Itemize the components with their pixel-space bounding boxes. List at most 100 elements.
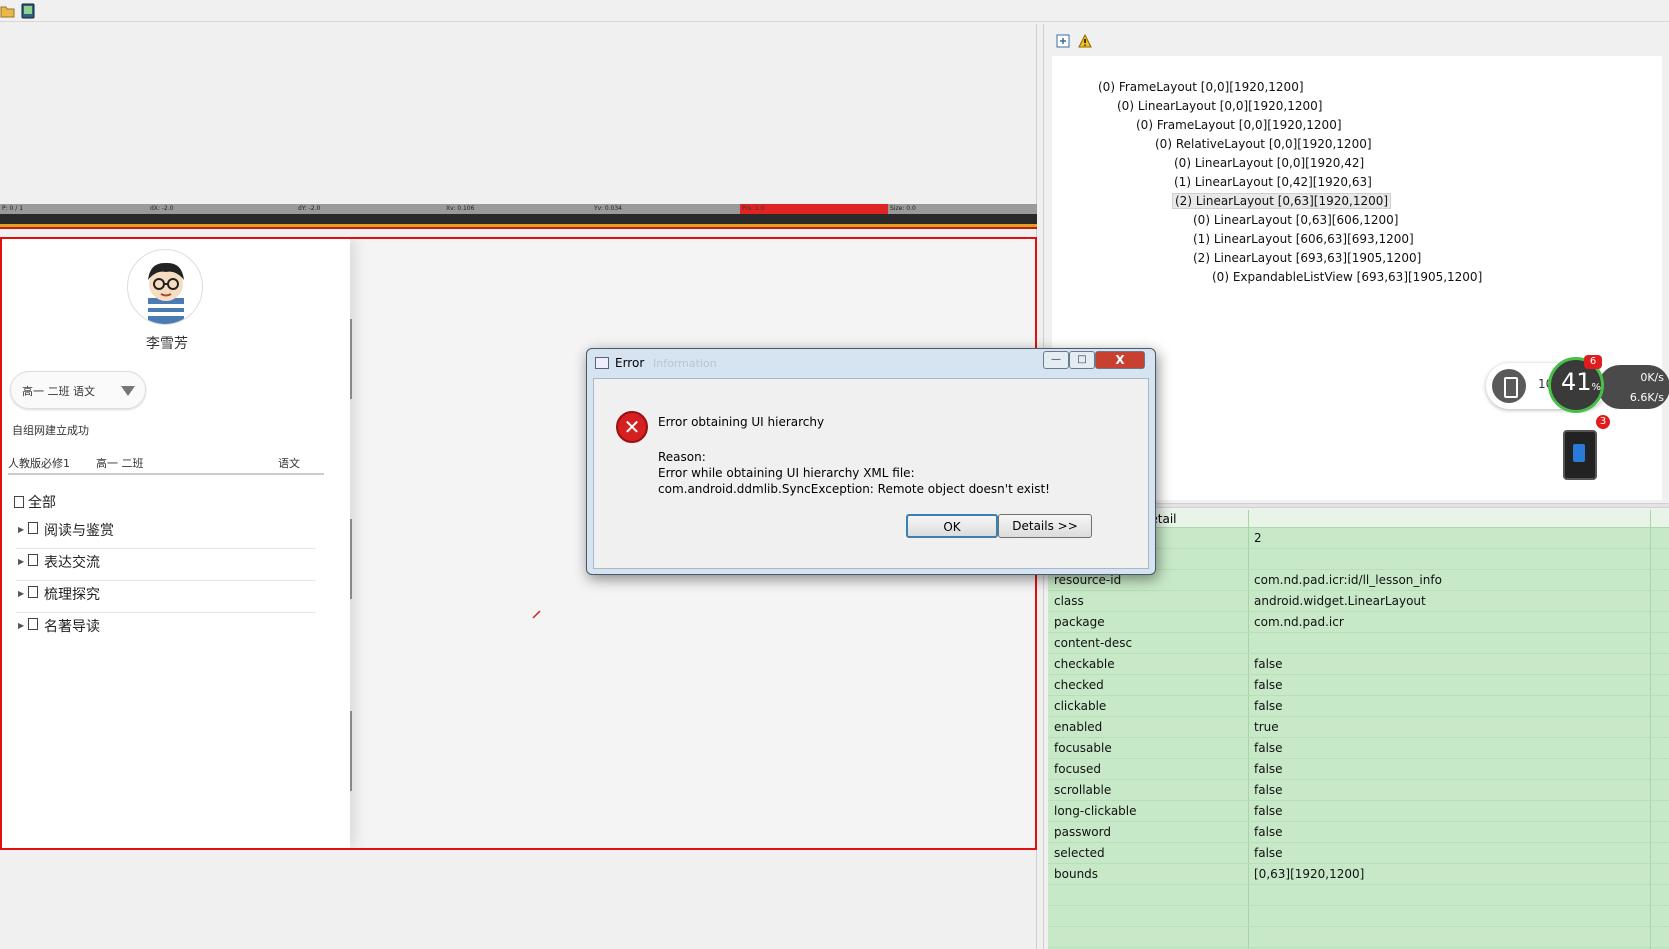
minimize-button[interactable]: —	[1043, 351, 1069, 369]
delta-y: dY: -2.0	[298, 205, 321, 212]
expand-arrow-icon[interactable]: ▶	[18, 621, 24, 630]
user-name: 李雪芳	[146, 336, 188, 352]
prop-key: focusable	[1054, 741, 1112, 755]
tree-item[interactable]: ▶ 表达交流	[16, 549, 316, 581]
node-detail-table: Node Detail 2 text resource-idcom.nd.pad…	[1048, 510, 1669, 949]
drawer-edge-mark	[350, 519, 352, 599]
error-reason: Reason: Error while obtaining UI hierarc…	[658, 449, 1050, 497]
side-drawer: 李雪芳 高一 二班 语文 自组网建立成功 人教版必修1 高一 二班 语文 全部 …	[2, 239, 350, 848]
folder-open-icon[interactable]	[0, 3, 16, 19]
prop-key: enabled	[1054, 720, 1103, 734]
maximize-button[interactable]: □	[1069, 351, 1095, 369]
velocity-y: Yv: 0.034	[594, 205, 622, 212]
expand-arrow-icon[interactable]: ▶	[18, 589, 24, 598]
upload-speed: 0K/s	[1640, 371, 1664, 384]
prop-value: true	[1254, 720, 1279, 734]
network-speed: 0K/s 6.6K/s	[1598, 365, 1669, 409]
tree-all-label: 全部	[28, 495, 56, 511]
table-row[interactable]: password false	[1048, 822, 1669, 843]
table-row-empty	[1048, 906, 1669, 927]
table-row[interactable]: focused false	[1048, 759, 1669, 780]
toolbar	[0, 0, 1669, 22]
prop-key: content-desc	[1054, 636, 1133, 650]
table-row[interactable]: content-desc	[1048, 633, 1669, 654]
tree-node[interactable]: (0) LinearLayout [0,0][1920,42]	[1174, 156, 1364, 170]
reason-line: com.android.ddmlib.SyncException: Remote…	[658, 482, 1050, 496]
prop-value: false	[1254, 657, 1283, 671]
table-row[interactable]: enabled true	[1048, 717, 1669, 738]
book-subject: 语文	[278, 457, 300, 470]
expand-arrow-icon[interactable]: ▶	[18, 557, 24, 566]
prop-key: resource-id	[1054, 573, 1122, 587]
tree-node[interactable]: (0) RelativeLayout [0,0][1920,1200]	[1155, 137, 1372, 151]
prop-value: false	[1254, 741, 1283, 755]
touch-size: Size: 0.0	[890, 205, 916, 212]
close-button[interactable]: X	[1095, 351, 1145, 369]
table-row[interactable]: focusable false	[1048, 738, 1669, 759]
table-row[interactable]: checked false	[1048, 675, 1669, 696]
table-row[interactable]: bounds [0,63][1920,1200]	[1048, 864, 1669, 885]
tree-node[interactable]: (0) FrameLayout [0,0][1920,1200]	[1136, 118, 1342, 132]
warning-icon[interactable]	[1078, 34, 1092, 48]
reason-label: Reason:	[658, 450, 706, 464]
tree-item-label: 阅读与鉴赏	[44, 523, 114, 539]
prop-key: class	[1054, 594, 1084, 608]
tree-item[interactable]: ▶ 阅读与鉴赏	[16, 517, 316, 549]
document-icon	[28, 522, 38, 534]
dialog-title-bar[interactable]: Error Information — □ X	[587, 349, 1155, 377]
pointer-count: P: 0 / 1	[2, 205, 24, 212]
tree-item-label: 表达交流	[44, 555, 100, 571]
phone-charging-icon[interactable]	[1563, 430, 1597, 480]
table-row[interactable]: class android.widget.LinearLayout	[1048, 591, 1669, 612]
error-message: Error obtaining UI hierarchy	[658, 415, 825, 429]
document-icon	[28, 618, 38, 630]
tree-item-all[interactable]: 全部	[14, 492, 56, 512]
tree-node[interactable]: (1) LinearLayout [606,63][693,1200]	[1193, 232, 1414, 246]
error-icon: ✕	[616, 411, 648, 443]
tree-item[interactable]: ▶ 名著导读	[16, 613, 316, 645]
drawer-edge-mark	[350, 711, 352, 791]
expand-all-icon[interactable]	[1056, 34, 1070, 48]
tree-node-selected[interactable]: (2) LinearLayout [0,63][1920,1200]	[1172, 193, 1392, 209]
prop-value: [0,63][1920,1200]	[1254, 867, 1365, 881]
prop-key: checkable	[1054, 657, 1115, 671]
tree-node[interactable]: (1) LinearLayout [0,42][1920,63]	[1174, 175, 1372, 189]
table-row[interactable]: scrollable false	[1048, 780, 1669, 801]
pointer-trail-icon	[532, 610, 541, 619]
table-row[interactable]: checkable false	[1048, 654, 1669, 675]
prop-key: focused	[1054, 762, 1102, 776]
book-class: 高一 二班	[96, 457, 144, 470]
table-row[interactable]: package com.nd.pad.icr	[1048, 612, 1669, 633]
details-button[interactable]: Details >>	[998, 514, 1092, 538]
floating-monitor-widget[interactable]: 101 0K/s 6.6K/s 41% 6 3	[1486, 355, 1669, 429]
table-row[interactable]: clickable false	[1048, 696, 1669, 717]
table-row-empty	[1048, 927, 1669, 948]
prop-key: bounds	[1054, 867, 1099, 881]
error-dialog: Error Information — □ X ✕ Error obtainin…	[586, 348, 1156, 575]
network-status: 自组网建立成功	[12, 424, 89, 437]
tree-item[interactable]: ▶ 梳理探究	[16, 581, 316, 613]
avatar[interactable]	[127, 249, 203, 325]
table-row[interactable]: long-clickable false	[1048, 801, 1669, 822]
expand-arrow-icon[interactable]: ▶	[18, 525, 24, 534]
tree-node[interactable]: (0) LinearLayout [0,63][606,1200]	[1193, 213, 1398, 227]
ok-button[interactable]: OK	[906, 514, 998, 538]
delta-x: dX: -2.0	[150, 205, 174, 212]
divider-red	[0, 227, 1037, 229]
table-row[interactable]: selected false	[1048, 843, 1669, 864]
prop-key: password	[1054, 825, 1111, 839]
class-select-label: 高一 二班 语文	[22, 385, 95, 398]
dialog-body: ✕ Error obtaining UI hierarchy Reason: E…	[593, 378, 1149, 569]
tree-node[interactable]: (0) FrameLayout [0,0][1920,1200]	[1098, 80, 1304, 94]
tree-node[interactable]: (0) LinearLayout [0,0][1920,1200]	[1117, 99, 1322, 113]
device-screenshot-icon[interactable]	[20, 3, 36, 19]
prop-value: com.nd.pad.icr:id/ll_lesson_info	[1254, 573, 1442, 587]
prop-key: selected	[1054, 846, 1105, 860]
prop-key: checked	[1054, 678, 1104, 692]
tree-node[interactable]: (2) LinearLayout [693,63][1905,1200]	[1193, 251, 1421, 265]
prop-value: false	[1254, 825, 1283, 839]
tree-node[interactable]: (0) ExpandableListView [693,63][1905,120…	[1212, 270, 1482, 284]
book-info-row[interactable]: 人教版必修1 高一 二班 语文	[8, 455, 324, 475]
prop-key: long-clickable	[1054, 804, 1137, 818]
class-select-dropdown[interactable]: 高一 二班 语文	[10, 371, 146, 409]
